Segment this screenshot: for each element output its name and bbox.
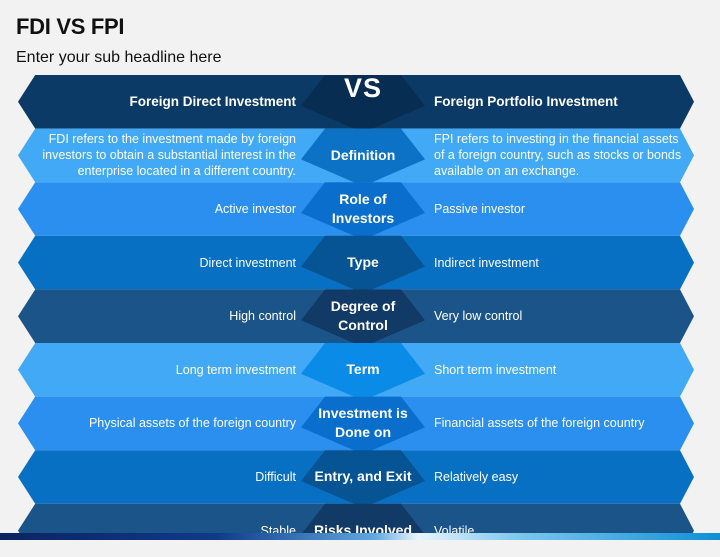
fdi-cell: Direct investment bbox=[199, 255, 296, 270]
criterion-label: Definition bbox=[330, 146, 396, 163]
fdi-cell: FDI refers to the investment made by for… bbox=[42, 132, 296, 179]
fpi-cell: FPI refers to investing in the financial… bbox=[434, 132, 682, 179]
fpi-cell: Volatile bbox=[434, 523, 475, 538]
fpi-cell: Relatively easy bbox=[434, 469, 519, 484]
criterion-label: Entry, and Exit bbox=[314, 468, 412, 485]
fdi-cell: Difficult bbox=[255, 469, 296, 484]
fpi-cell: Financial assets of the foreign country bbox=[434, 416, 645, 431]
fpi-cell: Passive investor bbox=[434, 201, 526, 216]
fpi-cell: Very low control bbox=[434, 309, 523, 324]
criterion-label: Type bbox=[347, 254, 379, 271]
header-fdi-label: Foreign Direct Investment bbox=[129, 93, 296, 109]
footer-gradient-bar bbox=[0, 533, 720, 540]
vs-label: VS bbox=[343, 73, 383, 104]
fpi-cell: Short term investment bbox=[434, 362, 557, 377]
criterion-label: Degree of Control bbox=[330, 298, 396, 334]
criterion-label: Risks Involved bbox=[313, 522, 413, 539]
criterion-label: Term bbox=[346, 361, 380, 378]
fpi-cell: Indirect investment bbox=[434, 255, 539, 270]
fdi-cell: Long term investment bbox=[175, 362, 296, 377]
header-fpi-label: Foreign Portfolio Investment bbox=[434, 93, 618, 109]
criterion-label: Investment is Done on bbox=[318, 405, 408, 441]
fdi-cell: Active investor bbox=[214, 201, 296, 216]
fdi-cell: High control bbox=[229, 309, 296, 324]
fdi-cell: Physical assets of the foreign country bbox=[88, 416, 296, 431]
criterion-label: Role of Investors bbox=[331, 190, 395, 226]
fdi-cell: Stable bbox=[260, 523, 296, 538]
